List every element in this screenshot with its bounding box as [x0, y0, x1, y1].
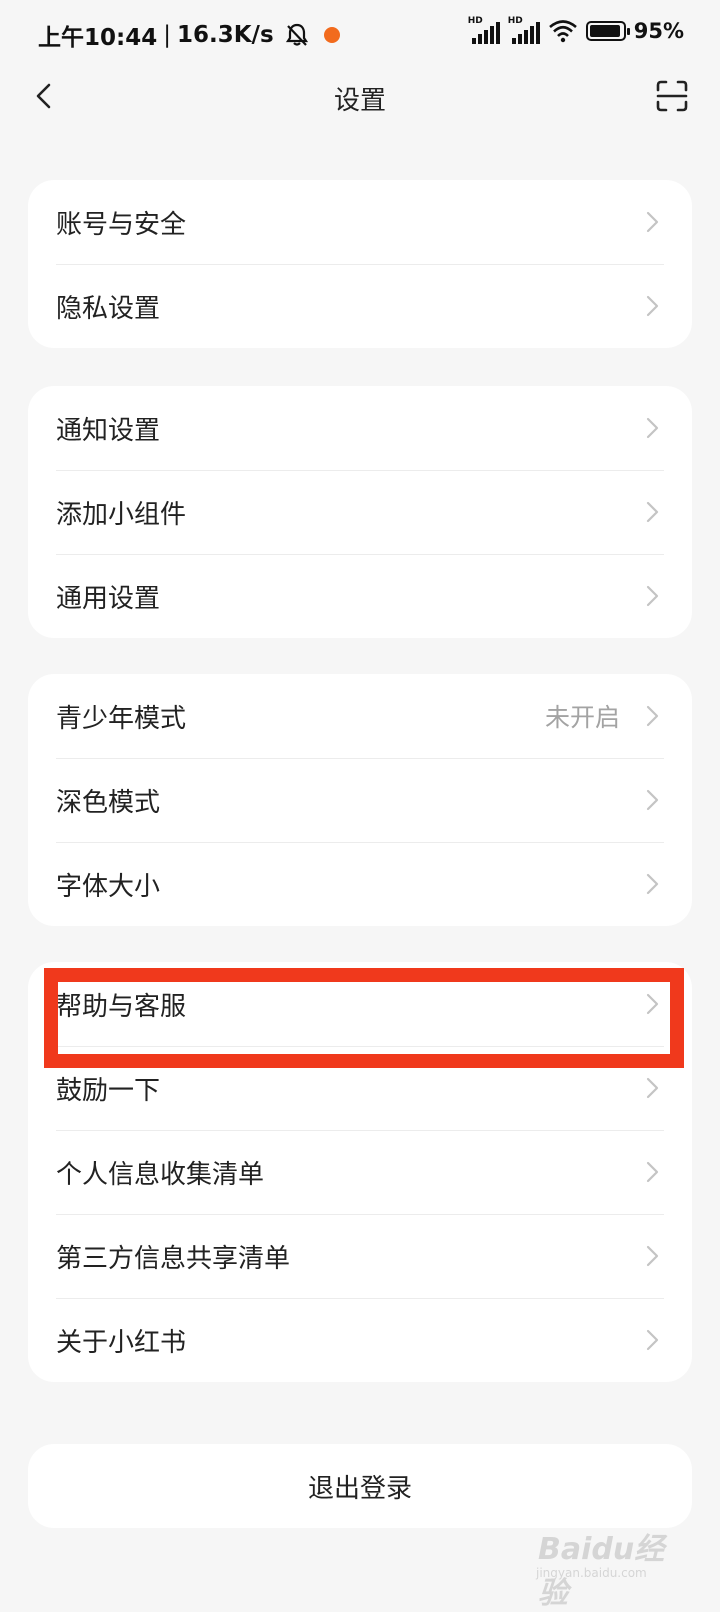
settings-group-general: 通知设置 添加小组件 通用设置: [28, 386, 692, 638]
settings-item-help-support[interactable]: 帮助与客服: [28, 962, 692, 1046]
status-right: HD HD 95%: [468, 16, 684, 44]
settings-item-third-party-list[interactable]: 第三方信息共享清单: [28, 1214, 692, 1298]
app-notification-dot: [323, 27, 340, 43]
settings-item-font-size[interactable]: 字体大小: [28, 842, 692, 926]
chevron-right-icon: [646, 501, 659, 523]
settings-item-account-security[interactable]: 账号与安全: [28, 180, 692, 264]
settings-item-label: 鼓励一下: [56, 1075, 161, 1106]
settings-item-notifications[interactable]: 通知设置: [28, 386, 692, 470]
navigation-header: 设置: [0, 62, 720, 132]
signal-icon: HD: [508, 16, 540, 44]
settings-item-label: 通知设置: [56, 415, 161, 446]
page-title: 设置: [333, 86, 386, 116]
scan-icon: [656, 80, 688, 112]
settings-item-teen-mode[interactable]: 青少年模式 未开启: [28, 674, 692, 758]
settings-item-label: 字体大小: [56, 871, 161, 902]
settings-item-dark-mode[interactable]: 深色模式: [28, 758, 692, 842]
logout-button[interactable]: 退出登录: [28, 1444, 692, 1528]
settings-item-label: 账号与安全: [56, 209, 187, 240]
teen-mode-status: 未开启: [544, 703, 620, 732]
scan-button[interactable]: [652, 76, 692, 116]
battery-icon: [585, 21, 630, 41]
chevron-right-icon: [646, 1245, 659, 1267]
settings-item-personal-info-list[interactable]: 个人信息收集清单: [28, 1130, 692, 1214]
network-speed: 16.3K/s: [176, 22, 274, 48]
settings-item-label: 个人信息收集清单: [56, 1159, 265, 1190]
chevron-right-icon: [646, 1077, 659, 1099]
chevron-right-icon: [646, 1161, 659, 1183]
wifi-icon: [548, 20, 577, 43]
settings-item-label: 青少年模式: [56, 703, 187, 734]
settings-item-label: 帮助与客服: [56, 991, 187, 1022]
settings-group-about: 帮助与客服 鼓励一下 个人信息收集清单 第三方信息共享清单 关于小红书: [28, 962, 692, 1382]
settings-item-label: 通用设置: [56, 583, 161, 614]
settings-item-label: 深色模式: [56, 787, 161, 818]
settings-item-encourage[interactable]: 鼓励一下: [28, 1046, 692, 1130]
settings-item-about[interactable]: 关于小红书: [28, 1298, 692, 1382]
chevron-right-icon: [646, 993, 659, 1015]
chevron-right-icon: [646, 1329, 659, 1351]
watermark-sub: jingyan.baidu.com: [536, 1566, 647, 1580]
chevron-right-icon: [646, 789, 659, 811]
settings-group-display: 青少年模式 未开启 深色模式 字体大小: [28, 674, 692, 926]
status-separator: |: [163, 22, 171, 48]
chevron-right-icon: [646, 211, 659, 233]
settings-item-general[interactable]: 通用设置: [28, 554, 692, 638]
battery-fill: [589, 25, 621, 37]
settings-group-account: 账号与安全 隐私设置: [28, 180, 692, 348]
settings-item-privacy[interactable]: 隐私设置: [28, 264, 692, 348]
settings-item-label: 关于小红书: [56, 1327, 187, 1358]
status-bar: 上午10:44 | 16.3K/s HD HD 95%: [0, 0, 720, 70]
settings-item-label: 添加小组件: [56, 499, 187, 530]
settings-item-label: 隐私设置: [56, 293, 161, 324]
settings-item-add-widget[interactable]: 添加小组件: [28, 470, 692, 554]
chevron-right-icon: [646, 873, 659, 895]
chevron-right-icon: [646, 417, 659, 439]
chevron-right-icon: [646, 295, 659, 317]
status-time: 上午10:44: [38, 25, 158, 51]
chevron-right-icon: [646, 705, 659, 727]
status-left: 上午10:44 | 16.3K/s: [38, 18, 340, 52]
bell-off-icon: [285, 23, 308, 46]
baidu-watermark: Baidu经验 jingyan.baidu.com: [532, 1520, 682, 1611]
signal-icon: HD: [468, 16, 500, 44]
settings-item-label: 第三方信息共享清单: [56, 1243, 291, 1274]
battery-percent: 95%: [633, 19, 684, 43]
chevron-right-icon: [646, 585, 659, 607]
